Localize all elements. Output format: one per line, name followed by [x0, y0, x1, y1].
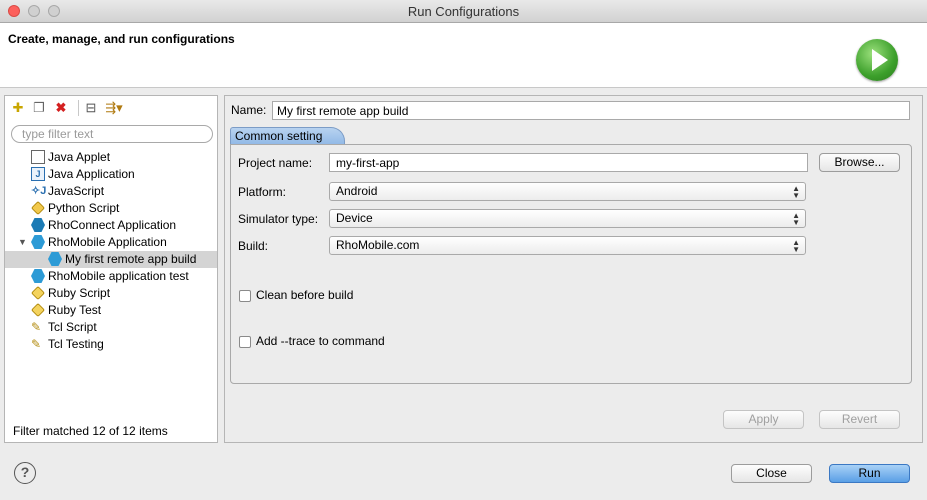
platform-value: Android [336, 184, 378, 198]
new-configuration-icon[interactable]: ✚ [10, 100, 26, 116]
duplicate-configuration-icon[interactable]: ❐ [31, 100, 47, 116]
build-value: RhoMobile.com [336, 238, 420, 252]
build-label: Build: [238, 239, 269, 253]
tree-item-ruby-script[interactable]: Ruby Script [5, 285, 217, 302]
tree-item-label: Tcl Testing [48, 337, 104, 351]
java-application-icon: J [31, 167, 45, 181]
tree-item-tcl-script[interactable]: ✎ Tcl Script [5, 319, 217, 336]
ruby-script-icon [30, 285, 46, 301]
tree-item-label: RhoMobile Application [48, 235, 167, 249]
tree-item-java-application[interactable]: J Java Application [5, 166, 217, 183]
tree-item-java-applet[interactable]: Java Applet [5, 149, 217, 166]
rhomobile-icon [31, 235, 45, 249]
tree-item-label: Ruby Test [48, 303, 102, 317]
tree-item-rhoconnect-application[interactable]: RhoConnect Application [5, 217, 217, 234]
tree-item-label: My first remote app build [65, 252, 197, 266]
tree-item-python-script[interactable]: Python Script [5, 200, 217, 217]
ruby-test-icon [30, 302, 46, 318]
name-label: Name: [231, 103, 267, 117]
python-script-icon [30, 200, 46, 216]
expand-triangle-icon[interactable]: ▼ [18, 234, 27, 251]
apply-button[interactable]: Apply [723, 410, 804, 429]
tree-item-rhomobile-application-test[interactable]: RhoMobile application test [5, 268, 217, 285]
tree-item-ruby-test[interactable]: Ruby Test [5, 302, 217, 319]
select-arrows-icon: ▲ ▼ [792, 184, 800, 200]
common-setting-group: Project name: Browse... Platform: Androi… [230, 144, 912, 384]
tree-item-my-first-remote-app-build[interactable]: My first remote app build [5, 251, 217, 268]
tree-item-label: RhoConnect Application [48, 218, 177, 232]
tree-item-label: RhoMobile application test [48, 269, 189, 283]
tree-item-label: Java Applet [48, 150, 111, 164]
tree-item-rhomobile-application[interactable]: ▼ RhoMobile Application [5, 234, 217, 251]
header-description: Create, manage, and run configurations [8, 32, 235, 46]
tree-item-label: Ruby Script [48, 286, 111, 300]
revert-button[interactable]: Revert [819, 410, 900, 429]
configuration-tree-panel: ✚ ❐ ✖ ⊟ ⇶▾ Java Applet J Java Applicatio… [4, 95, 218, 443]
tree-item-label: Tcl Script [48, 320, 97, 334]
clean-before-build-checkbox[interactable] [239, 290, 251, 302]
project-name-field[interactable] [329, 153, 808, 172]
rhoconnect-icon [31, 218, 45, 232]
rhomobile-icon [48, 252, 62, 266]
add-trace-label: Add --trace to command [256, 334, 385, 348]
select-arrows-icon: ▲ ▼ [792, 238, 800, 254]
tab-common-setting[interactable]: Common setting [230, 127, 346, 145]
javascript-icon: ✧J [31, 185, 47, 197]
simulator-type-label: Simulator type: [238, 212, 319, 226]
run-banner-icon [856, 39, 898, 81]
toolbar-separator [78, 100, 79, 116]
project-name-label: Project name: [238, 156, 313, 170]
simulator-type-value: Device [336, 211, 373, 225]
run-button[interactable]: Run [829, 464, 910, 483]
help-icon[interactable]: ? [14, 462, 36, 484]
platform-label: Platform: [238, 185, 287, 199]
tcl-testing-icon: ✎ [31, 337, 42, 351]
clean-before-build-label: Clean before build [256, 288, 354, 302]
tree-item-tcl-testing[interactable]: ✎ Tcl Testing [5, 336, 217, 353]
java-applet-icon [31, 150, 45, 164]
simulator-type-select[interactable]: Device ▲ ▼ [329, 209, 806, 228]
tree-item-label: Python Script [48, 201, 120, 215]
window-title: Run Configurations [407, 4, 520, 19]
browse-button[interactable]: Browse... [819, 153, 900, 172]
tree-item-label: JavaScript [48, 184, 105, 198]
tree-item-javascript[interactable]: ✧J JavaScript [5, 183, 217, 200]
tcl-script-icon: ✎ [31, 320, 42, 334]
rhomobile-icon [31, 269, 45, 283]
close-button[interactable]: Close [731, 464, 812, 483]
tree-item-label: Java Application [48, 167, 135, 181]
filter-menu-icon[interactable]: ⇶▾ [103, 100, 125, 116]
collapse-all-icon[interactable]: ⊟ [83, 100, 99, 116]
dialog-header: Create, manage, and run configurations [0, 23, 927, 88]
filter-input[interactable] [11, 125, 213, 143]
add-trace-checkbox[interactable] [239, 336, 251, 348]
name-field[interactable] [272, 101, 910, 120]
build-select[interactable]: RhoMobile.com ▲ ▼ [329, 236, 806, 255]
select-arrows-icon: ▲ ▼ [792, 211, 800, 227]
filter-status: Filter matched 12 of 12 items [13, 424, 168, 438]
title-bar: Run Configurations [0, 0, 927, 23]
configuration-editor-panel: Name: Common setting Project name: Brows… [224, 95, 923, 443]
platform-select[interactable]: Android ▲ ▼ [329, 182, 806, 201]
delete-configuration-icon[interactable]: ✖ [53, 100, 69, 116]
